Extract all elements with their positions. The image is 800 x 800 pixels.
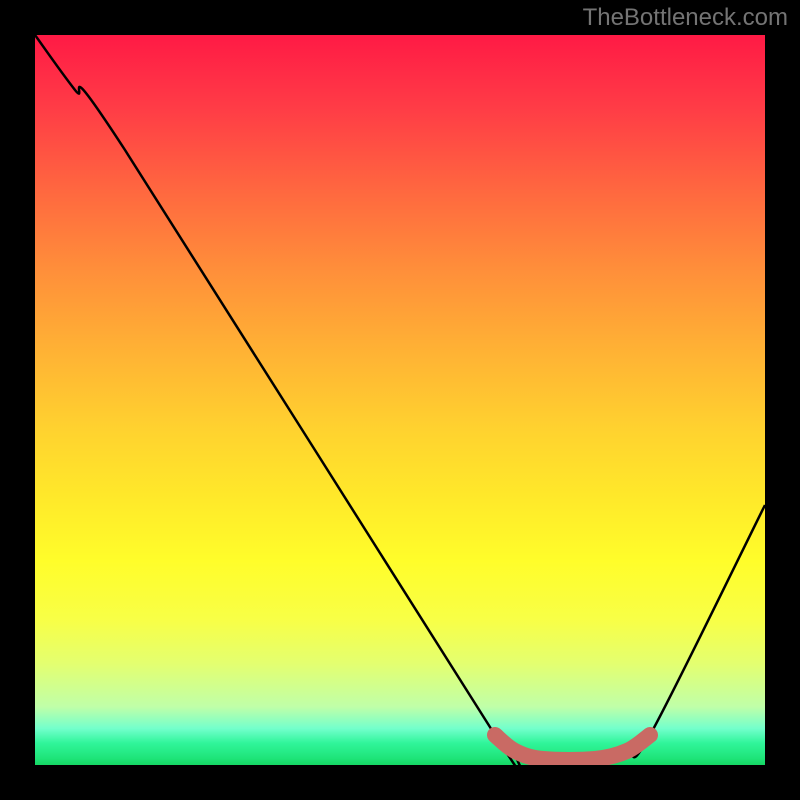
bottleneck-curve: [35, 35, 765, 765]
plot-area: [35, 35, 765, 765]
watermark-text: TheBottleneck.com: [583, 4, 788, 32]
chart-frame: TheBottleneck.com: [0, 0, 800, 800]
optimal-zone-highlight: [495, 735, 650, 760]
plot-svg: [35, 35, 765, 765]
